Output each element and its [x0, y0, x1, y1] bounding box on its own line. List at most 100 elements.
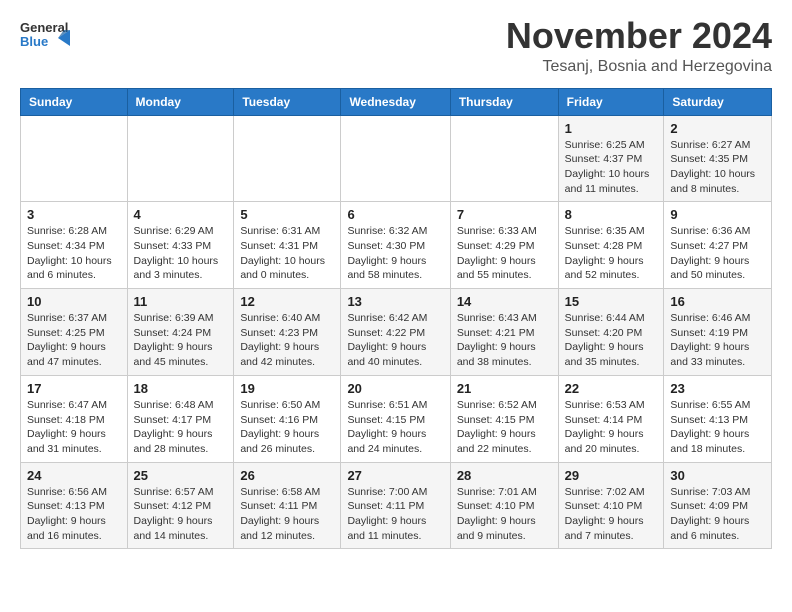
day-number: 1: [565, 121, 658, 136]
calendar-cell: 1 Sunrise: 6:25 AM Sunset: 4:37 PM Daylig…: [558, 115, 664, 202]
day-number: 4: [134, 207, 228, 222]
calendar-cell: 20 Sunrise: 6:51 AM Sunset: 4:15 PM Dayli…: [341, 375, 450, 462]
day-info: Sunrise: 7:02 AM Sunset: 4:10 PM Dayligh…: [565, 485, 658, 544]
day-info: Sunrise: 6:37 AM Sunset: 4:25 PM Dayligh…: [27, 311, 121, 370]
calendar-cell: 6 Sunrise: 6:32 AM Sunset: 4:30 PM Daylig…: [341, 202, 450, 289]
day-number: 30: [670, 468, 765, 483]
calendar-cell: 26 Sunrise: 6:58 AM Sunset: 4:11 PM Dayli…: [234, 462, 341, 549]
day-info: Sunrise: 6:43 AM Sunset: 4:21 PM Dayligh…: [457, 311, 552, 370]
calendar-cell: [450, 115, 558, 202]
day-info: Sunrise: 6:56 AM Sunset: 4:13 PM Dayligh…: [27, 485, 121, 544]
calendar-cell: 15 Sunrise: 6:44 AM Sunset: 4:20 PM Dayli…: [558, 289, 664, 376]
day-info: Sunrise: 6:25 AM Sunset: 4:37 PM Dayligh…: [565, 138, 658, 197]
week-row-2: 3 Sunrise: 6:28 AM Sunset: 4:34 PM Daylig…: [21, 202, 772, 289]
day-number: 7: [457, 207, 552, 222]
day-info: Sunrise: 6:39 AM Sunset: 4:24 PM Dayligh…: [134, 311, 228, 370]
weekday-header-sunday: Sunday: [21, 88, 128, 115]
svg-text:Blue: Blue: [20, 34, 48, 49]
day-info: Sunrise: 6:44 AM Sunset: 4:20 PM Dayligh…: [565, 311, 658, 370]
weekday-header-tuesday: Tuesday: [234, 88, 341, 115]
location-title: Tesanj, Bosnia and Herzegovina: [506, 58, 772, 76]
day-number: 26: [240, 468, 334, 483]
day-number: 14: [457, 294, 552, 309]
day-info: Sunrise: 6:29 AM Sunset: 4:33 PM Dayligh…: [134, 224, 228, 283]
day-number: 27: [347, 468, 443, 483]
weekday-header-row: SundayMondayTuesdayWednesdayThursdayFrid…: [21, 88, 772, 115]
day-number: 5: [240, 207, 334, 222]
day-info: Sunrise: 6:42 AM Sunset: 4:22 PM Dayligh…: [347, 311, 443, 370]
calendar-table: SundayMondayTuesdayWednesdayThursdayFrid…: [20, 88, 772, 550]
day-info: Sunrise: 6:31 AM Sunset: 4:31 PM Dayligh…: [240, 224, 334, 283]
calendar-cell: 21Sunrise: 6:52 AM Sunset: 4:15 PM Dayli…: [450, 375, 558, 462]
day-info: Sunrise: 6:33 AM Sunset: 4:29 PM Dayligh…: [457, 224, 552, 283]
calendar-cell: 22Sunrise: 6:53 AM Sunset: 4:14 PM Dayli…: [558, 375, 664, 462]
day-info: Sunrise: 7:00 AM Sunset: 4:11 PM Dayligh…: [347, 485, 443, 544]
weekday-header-wednesday: Wednesday: [341, 88, 450, 115]
day-number: 23: [670, 381, 765, 396]
month-title: November 2024: [506, 16, 772, 56]
calendar-cell: 3 Sunrise: 6:28 AM Sunset: 4:34 PM Daylig…: [21, 202, 128, 289]
calendar-cell: 16Sunrise: 6:46 AM Sunset: 4:19 PM Dayli…: [664, 289, 772, 376]
calendar-cell: 19 Sunrise: 6:50 AM Sunset: 4:16 PM Dayli…: [234, 375, 341, 462]
calendar-cell: 12Sunrise: 6:40 AM Sunset: 4:23 PM Dayli…: [234, 289, 341, 376]
day-info: Sunrise: 6:57 AM Sunset: 4:12 PM Dayligh…: [134, 485, 228, 544]
day-number: 19: [240, 381, 334, 396]
calendar-cell: 23 Sunrise: 6:55 AM Sunset: 4:13 PM Dayli…: [664, 375, 772, 462]
day-info: Sunrise: 6:52 AM Sunset: 4:15 PM Dayligh…: [457, 398, 552, 457]
weekday-header-thursday: Thursday: [450, 88, 558, 115]
day-number: 20: [347, 381, 443, 396]
day-number: 3: [27, 207, 121, 222]
day-number: 13: [347, 294, 443, 309]
day-number: 17: [27, 381, 121, 396]
title-area: November 2024 Tesanj, Bosnia and Herzego…: [506, 16, 772, 76]
calendar-cell: 13 Sunrise: 6:42 AM Sunset: 4:22 PM Dayli…: [341, 289, 450, 376]
day-info: Sunrise: 6:32 AM Sunset: 4:30 PM Dayligh…: [347, 224, 443, 283]
day-info: Sunrise: 6:53 AM Sunset: 4:14 PM Dayligh…: [565, 398, 658, 457]
calendar-cell: 5 Sunrise: 6:31 AM Sunset: 4:31 PM Daylig…: [234, 202, 341, 289]
calendar-cell: [234, 115, 341, 202]
day-number: 24: [27, 468, 121, 483]
day-number: 6: [347, 207, 443, 222]
week-row-4: 17 Sunrise: 6:47 AM Sunset: 4:18 PM Dayli…: [21, 375, 772, 462]
calendar-cell: 14 Sunrise: 6:43 AM Sunset: 4:21 PM Dayli…: [450, 289, 558, 376]
calendar-cell: 10Sunrise: 6:37 AM Sunset: 4:25 PM Dayli…: [21, 289, 128, 376]
day-number: 28: [457, 468, 552, 483]
week-row-3: 10Sunrise: 6:37 AM Sunset: 4:25 PM Dayli…: [21, 289, 772, 376]
day-info: Sunrise: 6:55 AM Sunset: 4:13 PM Dayligh…: [670, 398, 765, 457]
calendar-cell: 17 Sunrise: 6:47 AM Sunset: 4:18 PM Dayli…: [21, 375, 128, 462]
calendar-cell: 7 Sunrise: 6:33 AM Sunset: 4:29 PM Daylig…: [450, 202, 558, 289]
day-info: Sunrise: 6:47 AM Sunset: 4:18 PM Dayligh…: [27, 398, 121, 457]
day-number: 15: [565, 294, 658, 309]
calendar-cell: 27 Sunrise: 7:00 AM Sunset: 4:11 PM Dayli…: [341, 462, 450, 549]
day-number: 8: [565, 207, 658, 222]
day-number: 9: [670, 207, 765, 222]
day-info: Sunrise: 6:51 AM Sunset: 4:15 PM Dayligh…: [347, 398, 443, 457]
day-info: Sunrise: 7:03 AM Sunset: 4:09 PM Dayligh…: [670, 485, 765, 544]
header: General Blue November 2024 Tesanj, Bosni…: [20, 16, 772, 76]
calendar-cell: 25 Sunrise: 6:57 AM Sunset: 4:12 PM Dayli…: [127, 462, 234, 549]
day-info: Sunrise: 6:36 AM Sunset: 4:27 PM Dayligh…: [670, 224, 765, 283]
logo: General Blue: [20, 16, 70, 61]
day-info: Sunrise: 6:27 AM Sunset: 4:35 PM Dayligh…: [670, 138, 765, 197]
day-number: 18: [134, 381, 228, 396]
calendar-cell: 30 Sunrise: 7:03 AM Sunset: 4:09 PM Dayli…: [664, 462, 772, 549]
day-info: Sunrise: 6:35 AM Sunset: 4:28 PM Dayligh…: [565, 224, 658, 283]
day-number: 11: [134, 294, 228, 309]
day-info: Sunrise: 7:01 AM Sunset: 4:10 PM Dayligh…: [457, 485, 552, 544]
day-info: Sunrise: 6:58 AM Sunset: 4:11 PM Dayligh…: [240, 485, 334, 544]
day-info: Sunrise: 6:48 AM Sunset: 4:17 PM Dayligh…: [134, 398, 228, 457]
day-number: 12: [240, 294, 334, 309]
calendar-cell: 4 Sunrise: 6:29 AM Sunset: 4:33 PM Daylig…: [127, 202, 234, 289]
calendar-cell: 2Sunrise: 6:27 AM Sunset: 4:35 PM Daylig…: [664, 115, 772, 202]
calendar-cell: 8 Sunrise: 6:35 AM Sunset: 4:28 PM Daylig…: [558, 202, 664, 289]
logo-graphic: General Blue: [20, 16, 70, 61]
weekday-header-monday: Monday: [127, 88, 234, 115]
day-info: Sunrise: 6:50 AM Sunset: 4:16 PM Dayligh…: [240, 398, 334, 457]
svg-text:General: General: [20, 20, 68, 35]
day-info: Sunrise: 6:46 AM Sunset: 4:19 PM Dayligh…: [670, 311, 765, 370]
calendar-cell: 9 Sunrise: 6:36 AM Sunset: 4:27 PM Daylig…: [664, 202, 772, 289]
calendar-cell: 28 Sunrise: 7:01 AM Sunset: 4:10 PM Dayli…: [450, 462, 558, 549]
weekday-header-saturday: Saturday: [664, 88, 772, 115]
day-number: 25: [134, 468, 228, 483]
day-info: Sunrise: 6:28 AM Sunset: 4:34 PM Dayligh…: [27, 224, 121, 283]
